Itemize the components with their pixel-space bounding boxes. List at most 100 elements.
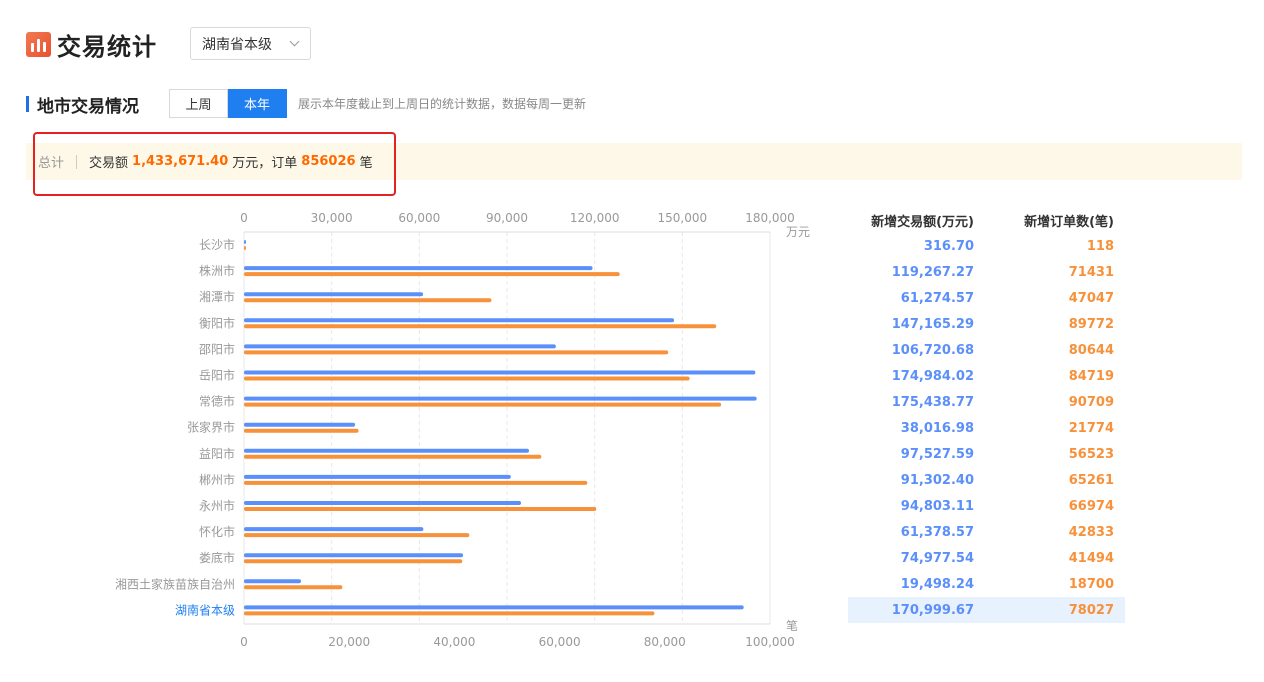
amount-cell: 94,803.11 [900, 498, 974, 514]
bar-amount [244, 448, 529, 453]
table-row: 61,378.57 42833 [848, 519, 1125, 545]
bar-orders [244, 585, 343, 590]
amount-cell: 91,302.40 [900, 472, 974, 488]
category-label: 郴州市 [199, 472, 235, 487]
orders-cell: 80644 [1068, 342, 1114, 358]
bar-orders [244, 402, 722, 407]
bottom-axis-tick-label: 20,000 [328, 635, 370, 649]
category-label: 常德市 [199, 394, 235, 409]
table-row: 94,803.11 66974 [848, 493, 1125, 519]
category-label: 张家界市 [187, 420, 235, 435]
table-row: 119,267.27 71431 [848, 259, 1125, 285]
orders-cell: 41494 [1068, 550, 1114, 566]
bar-amount [244, 474, 511, 479]
top-axis-tick-label: 30,000 [311, 211, 353, 225]
bar-amount [244, 266, 593, 271]
orders-cell: 21774 [1068, 420, 1114, 436]
data-note: 展示本年度截止到上周日的统计数据，数据每周一更新 [298, 97, 587, 111]
amount-cell: 74,977.54 [900, 550, 974, 566]
table-row: 147,165.29 89772 [848, 311, 1125, 337]
page-title: 交易统计 [57, 33, 157, 61]
region-select[interactable]: 湖南省本级 [190, 27, 311, 60]
category-label: 益阳市 [199, 446, 235, 461]
data-table: 新增交易额(万元) 新增订单数(笔) 316.70 118 119,267.27 71… [848, 207, 1125, 623]
top-axis-tick-label: 90,000 [486, 211, 528, 225]
top-axis-tick-label: 180,000 [745, 211, 795, 225]
bar-orders [244, 272, 620, 277]
table-row: 316.70 118 [848, 233, 1125, 259]
bar-amount [244, 605, 744, 610]
bar-orders [244, 507, 597, 511]
bar-amount [244, 396, 757, 401]
region-select-value: 湖南省本级 [202, 36, 272, 53]
category-label: 湘西土家族苗族自治州 [115, 576, 235, 591]
orders-cell: 118 [1086, 238, 1114, 254]
bottom-axis-tick-label: 0 [240, 635, 248, 649]
bar-orders [244, 376, 690, 381]
table-row: 91,302.40 65261 [848, 467, 1125, 493]
section-marker [26, 96, 29, 112]
orders-cell: 84719 [1068, 368, 1114, 384]
page-header: 交易统计 [26, 27, 157, 62]
bar-amount [244, 501, 522, 505]
table-row: 174,984.02 84719 [848, 363, 1125, 389]
amount-cell: 170,999.67 [891, 602, 974, 618]
category-label: 岳阳市 [199, 368, 235, 383]
tab-this-year[interactable]: 本年 [228, 89, 287, 118]
bar-amount [244, 553, 464, 558]
category-label: 长沙市 [199, 237, 235, 252]
orders-cell: 18700 [1068, 576, 1114, 592]
top-axis-tick-label: 0 [240, 211, 248, 225]
category-label: 永州市 [199, 498, 235, 513]
orders-cell: 56523 [1068, 446, 1114, 462]
period-tabs: 上周 本年 [169, 89, 287, 118]
amount-cell: 19,498.24 [900, 576, 974, 592]
amount-cell: 38,016.98 [900, 420, 974, 436]
orders-cell: 78027 [1068, 602, 1114, 618]
amount-cell: 106,720.68 [891, 342, 974, 358]
column-header-amount: 新增交易额(万元) [871, 214, 974, 230]
tab-last-week[interactable]: 上周 [169, 89, 228, 118]
bar-orders [244, 428, 359, 433]
table-row: 175,438.77 90709 [848, 389, 1125, 415]
bar-orders [244, 533, 470, 538]
amount-cell: 175,438.77 [891, 394, 974, 410]
bar-amount [244, 344, 556, 349]
amount-cell: 61,274.57 [900, 290, 974, 306]
amount-cell: 174,984.02 [891, 368, 974, 384]
bar-orders [244, 324, 717, 329]
amount-cell: 61,378.57 [900, 524, 974, 540]
bottom-axis-tick-label: 80,000 [644, 635, 686, 649]
bar-amount [244, 292, 424, 297]
chevron-down-icon [289, 36, 300, 47]
bar-amount [244, 527, 424, 532]
bottom-axis-unit: 笔 [786, 618, 798, 633]
category-label: 株洲市 [199, 263, 235, 278]
table-row: 61,274.57 47047 [848, 285, 1125, 311]
bar-amount [244, 318, 675, 323]
bar-amount [244, 370, 756, 375]
table-row: 170,999.67 78027 [848, 597, 1125, 623]
bar-chart-icon [26, 32, 51, 57]
bar-orders [244, 611, 655, 616]
table-header: 新增交易额(万元) 新增订单数(笔) [848, 207, 1125, 233]
highlight-box [33, 132, 396, 196]
bar-amount [244, 579, 301, 584]
section-title: 地市交易情况 [37, 96, 139, 117]
top-axis-tick-label: 120,000 [570, 211, 620, 225]
amount-cell: 97,527.59 [900, 446, 974, 462]
orders-cell: 66974 [1068, 498, 1114, 514]
top-axis-tick-label: 60,000 [398, 211, 440, 225]
category-label: 湖南省本级 [175, 602, 235, 617]
category-label: 怀化市 [199, 524, 235, 539]
bar-chart: 0 30,000 60,000 90,000 120,000 150,000 180,000… [115, 211, 810, 649]
bar-orders [244, 480, 588, 485]
bottom-axis-tick-label: 40,000 [433, 635, 475, 649]
table-row: 19,498.24 18700 [848, 571, 1125, 597]
top-axis-unit: 万元 [786, 225, 810, 239]
bottom-axis-tick-label: 60,000 [539, 635, 581, 649]
column-header-orders: 新增订单数(笔) [1024, 214, 1114, 230]
section-header: 地市交易情况 [26, 89, 139, 119]
category-label: 湘潭市 [199, 289, 235, 304]
table-row: 106,720.68 80644 [848, 337, 1125, 363]
